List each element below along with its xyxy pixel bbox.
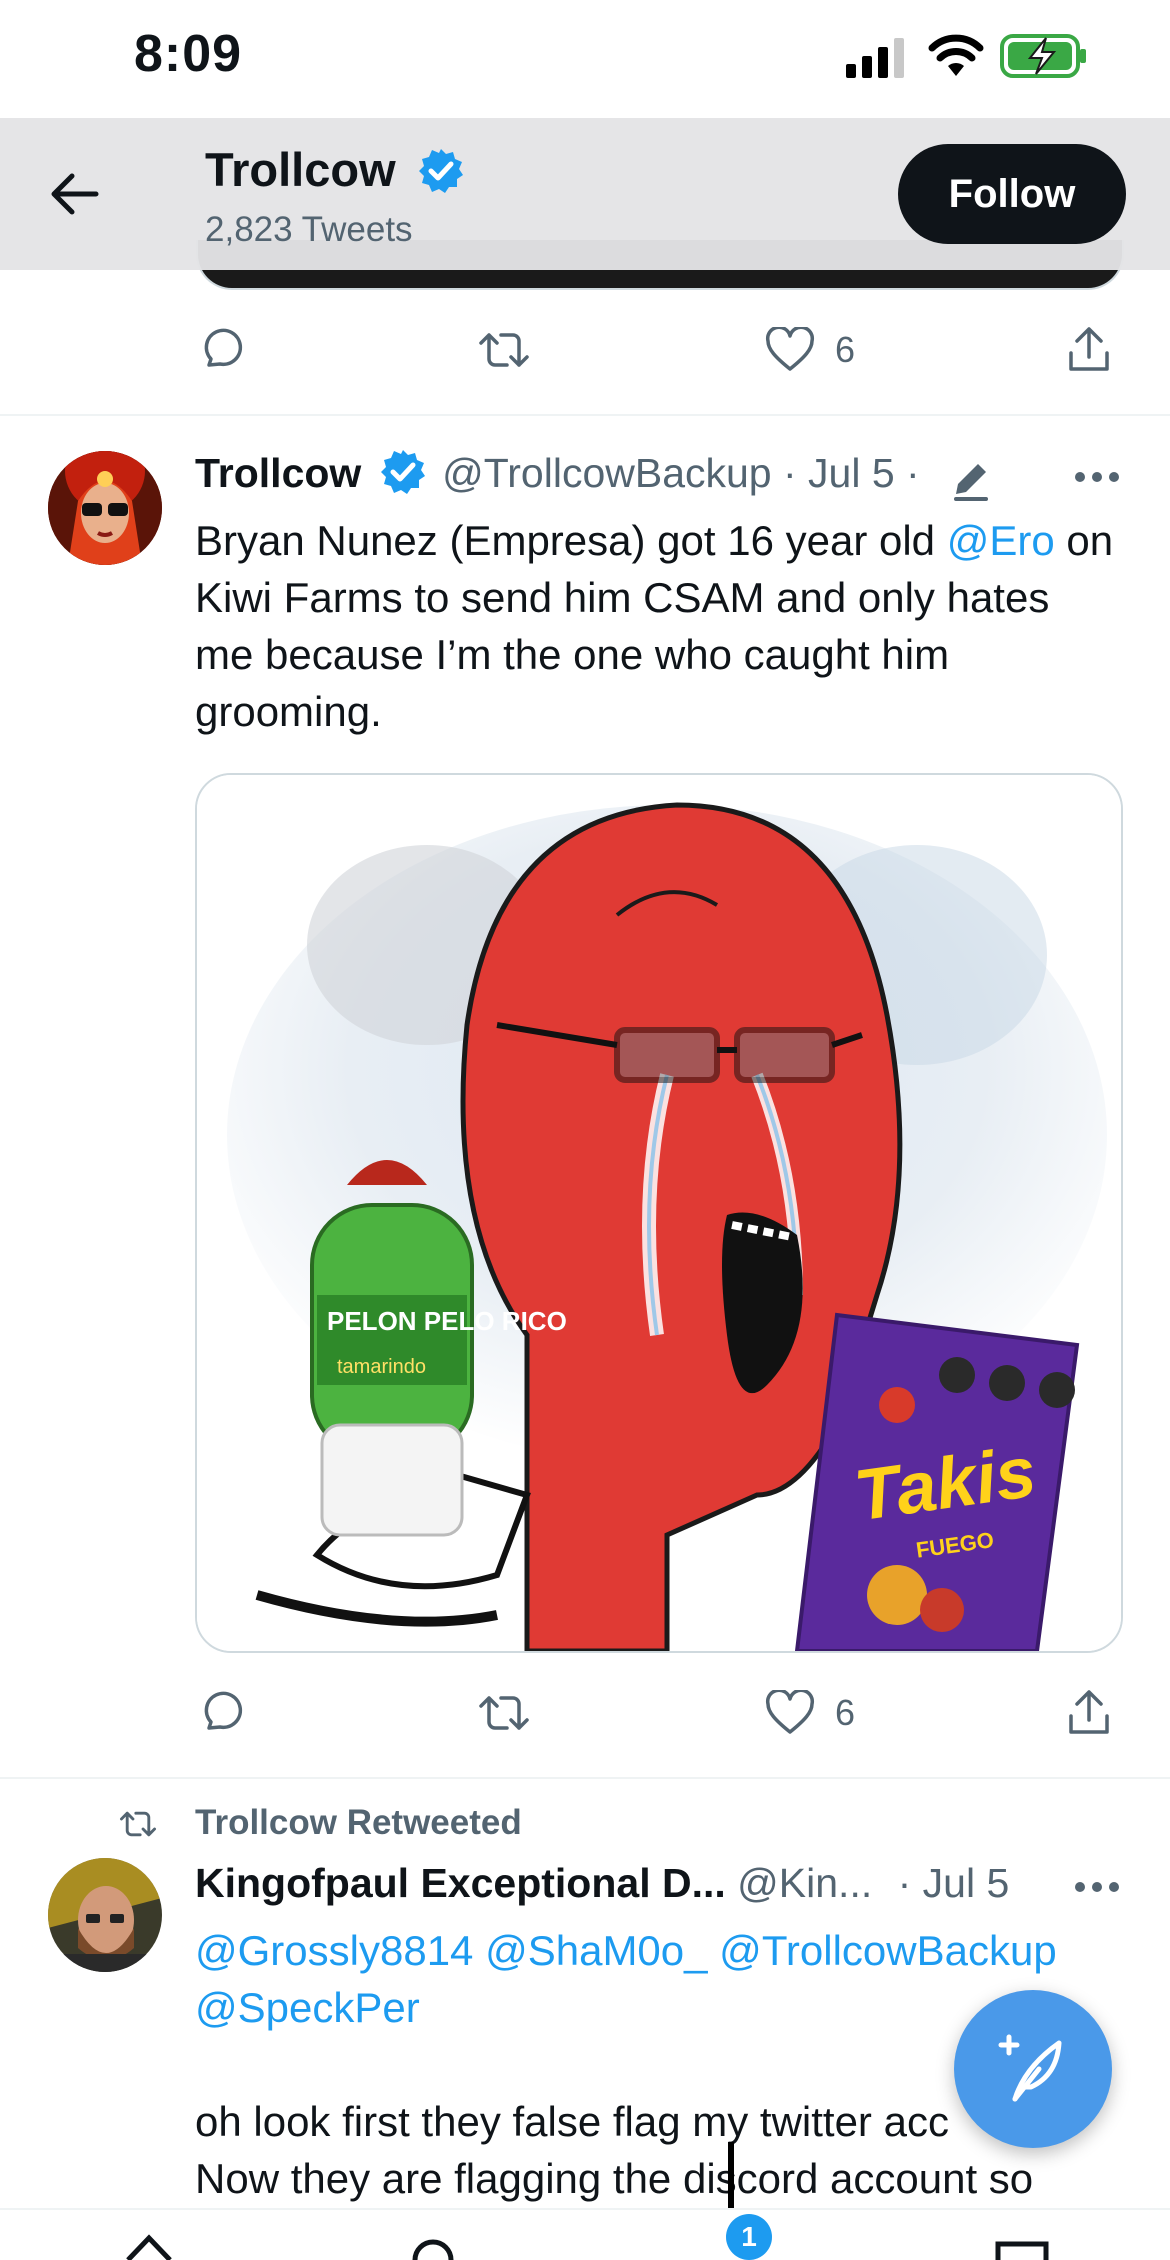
profile-header: Trollcow 2,823 Tweets Follow: [0, 118, 1170, 270]
reply-button[interactable]: [195, 320, 245, 380]
follow-button[interactable]: Follow: [898, 144, 1126, 244]
retweeted-by-label[interactable]: Trollcow Retweeted: [195, 1803, 522, 1843]
verified-badge-icon: [418, 148, 463, 193]
reply-icon: [204, 328, 243, 367]
like-count: 6: [835, 329, 856, 370]
avatar[interactable]: [48, 1858, 162, 1972]
avatar-image: [48, 1858, 162, 1972]
tweet-date[interactable]: · Jul 5 ·: [783, 450, 920, 496]
notification-badge[interactable]: 1: [726, 2214, 772, 2260]
heart-icon: [765, 1690, 815, 1734]
tweet-header: Trollcow @TrollcowBackup · Jul 5 ·: [195, 450, 920, 497]
edited-pencil-icon[interactable]: [948, 458, 994, 504]
battery-charging-icon: [1000, 34, 1086, 78]
like-count: 6: [835, 1692, 856, 1733]
share-icon: [1069, 327, 1109, 371]
like-button[interactable]: 6: [765, 320, 855, 380]
compose-feather-icon: [998, 2034, 1062, 2102]
verified-badge-icon: [380, 450, 425, 495]
avatar-image: [48, 451, 162, 565]
tweet-date[interactable]: · Jul 5: [898, 1860, 1010, 1906]
bottle-sublabel: tamarindo: [337, 1356, 426, 1378]
retweet-button[interactable]: [477, 320, 531, 380]
tweet-text: Bryan Nunez (Empresa) got 16 year old @E…: [195, 517, 1114, 735]
retweet-icon: [120, 1811, 156, 1837]
author-name[interactable]: Kingofpaul Exceptional D...: [195, 1860, 726, 1906]
back-arrow-icon[interactable]: [46, 166, 102, 222]
tweet-actions: 6: [195, 1683, 1125, 1743]
tweet-count: 2,823 Tweets: [205, 210, 413, 249]
divider: [0, 1777, 1170, 1779]
status-bar: 8:09: [0, 0, 1170, 118]
bottle-label: PELON PELO RICO: [327, 1306, 567, 1336]
like-button[interactable]: 6: [765, 1683, 855, 1743]
search-icon[interactable]: [408, 2230, 458, 2260]
share-button[interactable]: [1065, 1683, 1113, 1743]
reply-icon: [204, 1691, 243, 1730]
tweet-image[interactable]: PELON PELO RICO tamarindo Takis FUEGO: [195, 773, 1123, 1653]
mention-link[interactable]: @Ero: [947, 517, 1055, 564]
reply-button[interactable]: [195, 1683, 245, 1743]
previous-tweet-actions: 6: [195, 320, 1125, 380]
heart-icon: [765, 327, 815, 371]
more-options-icon[interactable]: [1074, 1880, 1120, 1894]
messages-icon[interactable]: [994, 2236, 1050, 2260]
retweet-icon: [479, 1696, 529, 1730]
bottom-tab-bar: 1: [0, 2208, 1170, 2260]
retweet-button[interactable]: [477, 1683, 531, 1743]
home-icon[interactable]: [124, 2230, 174, 2260]
profile-name: Trollcow: [205, 142, 465, 197]
meme-illustration: PELON PELO RICO tamarindo Takis FUEGO: [197, 775, 1121, 1651]
avatar[interactable]: [48, 451, 162, 565]
divider: [0, 414, 1170, 416]
more-options-icon[interactable]: [1074, 470, 1120, 484]
wifi-icon: [928, 34, 984, 76]
retweet-icon: [479, 333, 529, 367]
compose-tweet-button[interactable]: [954, 1990, 1112, 2148]
cellular-signal-icon: [846, 38, 904, 78]
tweet-header: Kingofpaul Exceptional D... @Kin... · Ju…: [195, 1860, 1009, 1907]
author-handle[interactable]: @Kin...: [737, 1860, 872, 1906]
share-icon: [1069, 1690, 1109, 1734]
status-time: 8:09: [134, 25, 243, 83]
mention-links[interactable]: @Grossly8814 @ShaM0o_ @TrollcowBackup: [195, 1922, 1125, 1979]
author-name[interactable]: Trollcow: [195, 450, 361, 496]
share-button[interactable]: [1065, 320, 1113, 380]
author-handle[interactable]: @TrollcowBackup: [442, 450, 771, 496]
